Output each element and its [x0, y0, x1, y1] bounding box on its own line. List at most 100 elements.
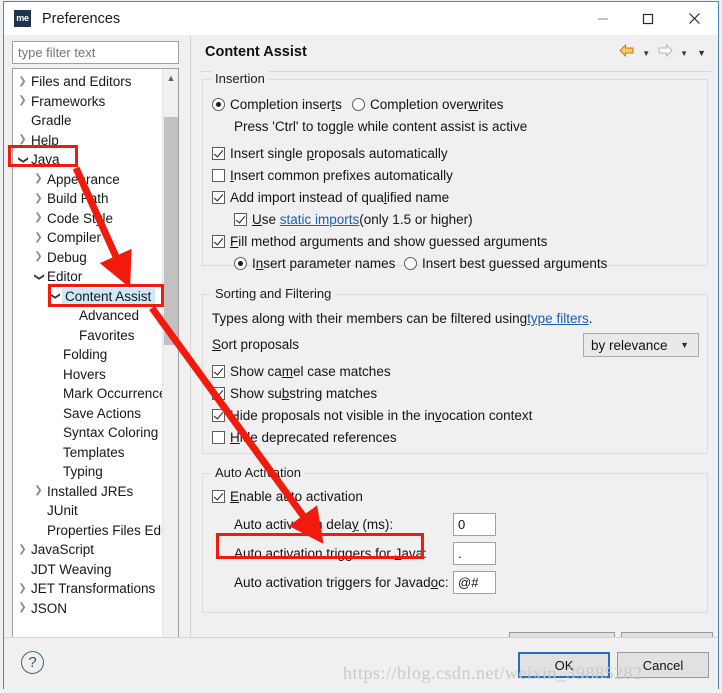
chevron-right-icon[interactable]: ❯ [15, 603, 30, 613]
auto-activation-delay-label: Auto activation delay (ms): [234, 517, 394, 532]
tree-item-typing[interactable]: Typing [13, 462, 163, 482]
tree-item-code-style[interactable]: ❯ Code Style [13, 209, 163, 229]
checkbox-indicator [212, 387, 225, 400]
forward-history-caret-icon[interactable]: ▼ [677, 49, 691, 58]
tree-item-java[interactable]: ❯ Java [13, 150, 163, 170]
chevron-right-icon[interactable]: ❯ [15, 135, 30, 145]
insert-parameter-names-radio[interactable]: Insert parameter names [234, 256, 395, 271]
checkbox-indicator [212, 365, 225, 378]
tree-item-advanced[interactable]: Advanced [13, 306, 163, 326]
insert-common-prefixes-checkbox[interactable]: Insert common prefixes automatically [212, 168, 453, 183]
show-camel-case-label: Show camel case matches [230, 364, 391, 379]
tree-item-junit[interactable]: JUnit [13, 501, 163, 521]
show-camel-case-checkbox[interactable]: Show camel case matches [212, 364, 391, 379]
tree-item-json[interactable]: ❯ JSON [13, 599, 163, 619]
tree-item-favorites[interactable]: Favorites [13, 326, 163, 346]
tree-item-jet-transformations[interactable]: ❯ JET Transformations [13, 579, 163, 599]
insert-single-proposals-checkbox[interactable]: Insert single proposals automatically [212, 146, 448, 161]
chevron-down-icon[interactable]: ❯ [34, 269, 45, 284]
tree-item-save-actions[interactable]: Save Actions [13, 404, 163, 424]
insert-parameter-names-label: Insert parameter names [252, 256, 396, 271]
type-filters-link[interactable]: type filters [527, 311, 589, 326]
auto-activation-triggers-java-label: Auto activation triggers for Java: [234, 546, 427, 561]
chevron-right-icon[interactable]: ❯ [31, 252, 46, 262]
tree-item-appearance[interactable]: ❯ Appearance [13, 170, 163, 190]
close-icon[interactable] [670, 2, 718, 35]
chevron-right-icon[interactable]: ❯ [15, 544, 30, 555]
tree-item-help[interactable]: ❯ Help [13, 131, 163, 151]
tree-item-gradle[interactable]: Gradle [13, 111, 163, 131]
sort-proposals-combo[interactable]: by relevance ▼ [583, 333, 699, 357]
tree-item-installed-jres[interactable]: ❯ Installed JREs [13, 482, 163, 502]
tree-item-folding[interactable]: Folding [13, 345, 163, 365]
hide-proposals-checkbox[interactable]: Hide proposals not visible in the invoca… [212, 408, 532, 423]
completion-overwrites-radio[interactable]: Completion overwrites [352, 97, 504, 112]
tree-item-label: Editor [47, 269, 83, 285]
tree-item-label: JDT Weaving [31, 561, 112, 577]
chevron-right-icon[interactable]: ❯ [15, 583, 30, 594]
checkbox-indicator [234, 213, 247, 226]
use-static-imports-checkbox[interactable]: Use static imports (only 1.5 or higher) [234, 212, 473, 227]
chevron-right-icon[interactable]: ❯ [31, 486, 46, 496]
fill-method-arguments-checkbox[interactable]: Fill method arguments and show guessed a… [212, 234, 547, 249]
cancel-button[interactable]: Cancel [617, 652, 709, 678]
tree-item-debug[interactable]: ❯ Debug [13, 248, 163, 268]
back-history-caret-icon[interactable]: ▼ [639, 49, 653, 58]
show-substring-checkbox[interactable]: Show substring matches [212, 386, 377, 401]
minimize-icon[interactable] [580, 2, 625, 35]
tree-item-label: Compiler [47, 230, 102, 246]
hide-deprecated-checkbox[interactable]: Hide deprecated references [212, 430, 397, 445]
tree-item-label: Gradle [31, 113, 72, 129]
tree-item-properties-files-editor[interactable]: Properties Files Editor [13, 521, 178, 541]
auto-activation-triggers-java-input[interactable] [453, 542, 496, 565]
add-import-checkbox[interactable]: Add import instead of qualified name [212, 190, 449, 205]
checkbox-indicator [212, 191, 225, 204]
preferences-tree[interactable]: ❯ Files and Editors ❯ Frameworks Gradle ❯ Help… [12, 68, 179, 663]
radio-indicator [404, 257, 417, 270]
filter-input[interactable] [12, 41, 179, 64]
auto-activation-triggers-javadoc-input[interactable] [453, 571, 496, 594]
scrollbar-thumb[interactable] [164, 117, 178, 345]
tree-item-templates[interactable]: Templates [13, 443, 163, 463]
chevron-down-icon[interactable]: ❯ [50, 289, 61, 304]
insert-best-guessed-radio[interactable]: Insert best guessed arguments [404, 256, 607, 271]
page-menu-caret-icon[interactable]: ▼ [694, 48, 709, 58]
enable-auto-activation-checkbox[interactable]: Enable auto activation [212, 489, 363, 504]
forward-arrow-icon[interactable] [656, 43, 674, 63]
chevron-right-icon[interactable]: ❯ [31, 213, 46, 223]
hide-proposals-label: Hide proposals not visible in the invoca… [230, 408, 533, 423]
type-filters-desc-prefix: Types along with their members can be fi… [212, 311, 528, 326]
tree-item-editor[interactable]: ❯ Editor [13, 267, 163, 287]
use-static-imports-label: Use [252, 212, 280, 227]
tree-item-mark-occurrences[interactable]: Mark Occurrences [13, 384, 173, 404]
ok-button[interactable]: OK [518, 652, 610, 678]
tree-item-content-assist[interactable]: ❯ Content Assist [13, 287, 163, 307]
chevron-right-icon[interactable]: ❯ [31, 232, 46, 243]
scroll-up-icon[interactable]: ▲ [163, 69, 178, 86]
chevron-down-icon[interactable]: ❯ [18, 152, 29, 167]
back-arrow-icon[interactable] [618, 43, 636, 63]
maximize-icon[interactable] [625, 2, 670, 35]
chevron-right-icon[interactable]: ❯ [31, 193, 46, 204]
tree-item-hovers[interactable]: Hovers [13, 365, 163, 385]
tree-item-files-and-editors[interactable]: ❯ Files and Editors [13, 72, 163, 92]
radio-indicator [352, 98, 365, 111]
static-imports-link[interactable]: static imports [280, 212, 360, 227]
tree-item-syntax-coloring[interactable]: Syntax Coloring [13, 423, 163, 443]
auto-activation-delay-input[interactable] [453, 513, 496, 536]
tree-item-build-path[interactable]: ❯ Build Path [13, 189, 163, 209]
tree-item-frameworks[interactable]: ❯ Frameworks [13, 92, 163, 112]
chevron-right-icon[interactable]: ❯ [31, 174, 46, 184]
sort-proposals-label: Sort proposals [212, 337, 300, 352]
chevron-right-icon[interactable]: ❯ [15, 96, 30, 106]
preferences-window: me Preferences ❯Files and Editors [3, 1, 719, 690]
ctrl-toggle-hint: Press 'Ctrl' to toggle while content ass… [234, 119, 527, 134]
tree-item-jdt-weaving[interactable]: JDT Weaving [13, 560, 163, 580]
help-icon[interactable]: ? [21, 651, 44, 674]
tree-item-label: Frameworks [31, 93, 106, 109]
tree-item-compiler[interactable]: ❯ Compiler [13, 228, 163, 248]
completion-inserts-radio[interactable]: Completion inserts [212, 97, 342, 112]
tree-vertical-scrollbar[interactable]: ▲ ▼ [162, 69, 178, 662]
tree-item-javascript[interactable]: ❯ JavaScript [13, 540, 163, 560]
chevron-right-icon[interactable]: ❯ [15, 76, 30, 87]
